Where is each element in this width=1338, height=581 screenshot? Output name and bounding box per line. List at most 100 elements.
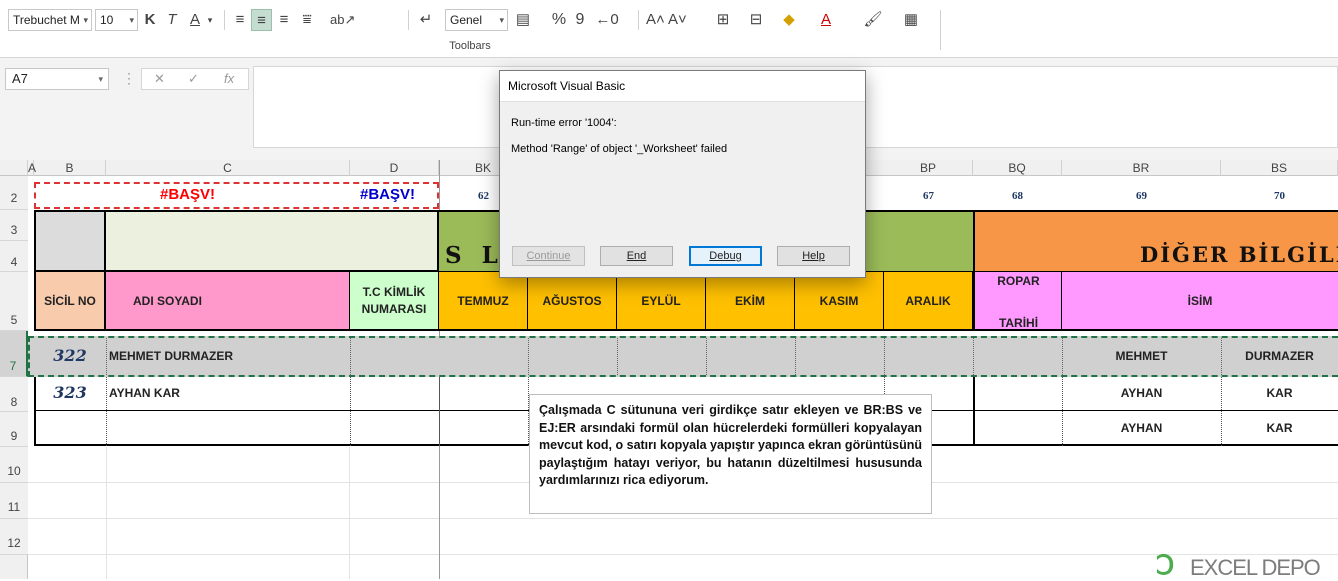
- header-cell-c3[interactable]: [106, 210, 439, 272]
- dialog-titlebar[interactable]: Microsoft Visual Basic: [500, 71, 865, 102]
- number-cell[interactable]: 69: [1062, 190, 1221, 202]
- increase-decimal-icon[interactable]: ←0: [595, 9, 619, 31]
- sicil-cell[interactable]: 323: [34, 383, 106, 402]
- excel-depo-watermark: Ↄ EXCEL DEPO: [1156, 550, 1338, 580]
- header-sicil-no[interactable]: SİCİL NO: [34, 272, 106, 331]
- number-cell[interactable]: 68: [973, 190, 1062, 202]
- wrap-text-icon[interactable]: ↵: [415, 9, 437, 31]
- row-header-11[interactable]: 11: [0, 483, 28, 519]
- number-format-combo[interactable]: Genel ▾: [445, 9, 508, 31]
- first-name-cell[interactable]: MEHMET: [1062, 349, 1221, 363]
- row-header-3[interactable]: 3: [0, 210, 28, 241]
- dialog-error-message: Method 'Range' of object '_Worksheet' fa…: [511, 143, 728, 155]
- font-size-value: 10: [100, 13, 114, 27]
- last-name-cell[interactable]: KAR: [1221, 386, 1338, 400]
- continue-button[interactable]: Continue: [512, 246, 585, 266]
- confirm-icon[interactable]: ✓: [188, 69, 199, 89]
- banner-other-info-text: DİĞER BİLGİLE: [1140, 242, 1338, 267]
- first-name-cell[interactable]: AYHAN: [1062, 386, 1221, 400]
- column-header-d[interactable]: D: [350, 160, 439, 176]
- header-month[interactable]: EYLÜL: [617, 272, 706, 331]
- row-header-5[interactable]: 5: [0, 272, 28, 331]
- align-center-icon[interactable]: ≡: [251, 9, 272, 31]
- grid-line: [349, 447, 350, 579]
- error-cell-d2[interactable]: #BAŞV!: [360, 186, 415, 203]
- drag-handle-icon[interactable]: ⋮: [122, 70, 136, 87]
- decrease-font-icon[interactable]: A˅: [668, 9, 687, 31]
- number-cell[interactable]: 67: [884, 190, 973, 202]
- font-name-combo[interactable]: Trebuchet M ▾: [8, 9, 92, 31]
- percent-button[interactable]: %: [550, 9, 568, 31]
- sicil-cell[interactable]: 322: [34, 346, 106, 365]
- align-left-icon[interactable]: ≡: [230, 9, 250, 31]
- name-cell[interactable]: AYHAN KAR: [109, 386, 180, 400]
- grid-line: [439, 377, 440, 446]
- insert-cells-icon[interactable]: ⊞: [712, 9, 734, 31]
- thousands-separator-button[interactable]: 9: [572, 9, 588, 31]
- select-all-corner[interactable]: [0, 160, 28, 176]
- end-button[interactable]: End: [600, 246, 673, 266]
- cancel-icon[interactable]: ✕: [154, 69, 165, 89]
- italic-button[interactable]: T: [164, 9, 180, 31]
- orientation-icon[interactable]: ab↗: [330, 9, 355, 31]
- last-name-cell[interactable]: DURMAZER: [1221, 349, 1338, 363]
- name-box[interactable]: A7 ▾: [5, 68, 109, 90]
- banner-other-info[interactable]: DİĞER BİLGİLE: [973, 210, 1338, 272]
- help-button[interactable]: Help: [777, 246, 850, 266]
- column-header-b[interactable]: B: [34, 160, 106, 176]
- column-header-br[interactable]: BR: [1062, 160, 1221, 176]
- font-size-combo[interactable]: 10 ▾: [95, 9, 138, 31]
- bold-button[interactable]: K: [142, 9, 158, 31]
- row-header-12[interactable]: 12: [0, 519, 28, 555]
- header-ropar-tarihi[interactable]: ROPAR TARİHİ: [973, 272, 1062, 331]
- header-month[interactable]: ARALIK: [884, 272, 973, 331]
- header-month[interactable]: AĞUSTOS: [528, 272, 617, 331]
- row-header-9[interactable]: 9: [0, 412, 28, 447]
- column-header-bs[interactable]: BS: [1221, 160, 1338, 176]
- grid-line: [973, 377, 975, 446]
- banner-months-text: S L: [445, 242, 504, 269]
- dialog-title: Microsoft Visual Basic: [508, 79, 626, 93]
- chevron-down-icon[interactable]: ▾: [205, 9, 215, 31]
- column-header-bp[interactable]: BP: [884, 160, 973, 176]
- number-cell[interactable]: 70: [1221, 190, 1338, 202]
- align-right-icon[interactable]: ≡: [274, 9, 294, 31]
- number-format-value: Genel: [450, 13, 483, 27]
- table-format-icon[interactable]: ▦: [900, 9, 922, 31]
- header-month[interactable]: KASIM: [795, 272, 884, 331]
- chevron-down-icon: ▾: [499, 15, 504, 25]
- divider: [638, 10, 639, 30]
- header-tc-kimlik[interactable]: T.C KİMLİK NUMARASI: [350, 272, 439, 331]
- font-color-icon[interactable]: A: [815, 9, 837, 31]
- dialog-error-code: Run-time error '1004':: [511, 117, 617, 129]
- row-header-4[interactable]: 4: [0, 241, 28, 272]
- toolbars-group-label: Toolbars: [449, 40, 491, 52]
- column-header-bq[interactable]: BQ: [973, 160, 1062, 176]
- insert-function-icon[interactable]: fx: [224, 69, 234, 89]
- vertical-align-icon[interactable]: ⩸: [296, 9, 318, 31]
- increase-font-icon[interactable]: A˄: [646, 9, 665, 31]
- header-adi-soyadi[interactable]: ADI SOYADI: [106, 272, 350, 331]
- accounting-format-icon[interactable]: ▤: [512, 9, 534, 31]
- font-color-button[interactable]: A: [186, 9, 204, 31]
- error-cell-b2[interactable]: #BAŞV!: [160, 186, 215, 203]
- note-textbox[interactable]: Çalışmada C sütununa veri girdikçe satır…: [529, 394, 932, 514]
- header-cell-b3[interactable]: [34, 210, 106, 272]
- row-header-2[interactable]: 2: [0, 176, 28, 210]
- debug-button[interactable]: Debug: [689, 246, 762, 266]
- row-header-10[interactable]: 10: [0, 447, 28, 483]
- font-name-value: Trebuchet M: [13, 13, 80, 27]
- name-cell[interactable]: MEHMET DURMAZER: [109, 349, 233, 363]
- first-name-cell[interactable]: AYHAN: [1062, 421, 1221, 435]
- last-name-cell[interactable]: KAR: [1221, 421, 1338, 435]
- row-header-7[interactable]: 7: [0, 331, 28, 377]
- grid-line: [28, 554, 1338, 555]
- column-header-c[interactable]: C: [106, 160, 350, 176]
- row-header-8[interactable]: 8: [0, 377, 28, 412]
- borders-icon[interactable]: ⊟: [745, 9, 767, 31]
- format-painter-icon[interactable]: 🖌: [862, 9, 884, 31]
- header-month[interactable]: TEMMUZ: [439, 272, 528, 331]
- header-month[interactable]: EKİM: [706, 272, 795, 331]
- fill-color-icon[interactable]: ◆: [778, 9, 800, 31]
- header-isim[interactable]: İSİM: [1062, 272, 1338, 331]
